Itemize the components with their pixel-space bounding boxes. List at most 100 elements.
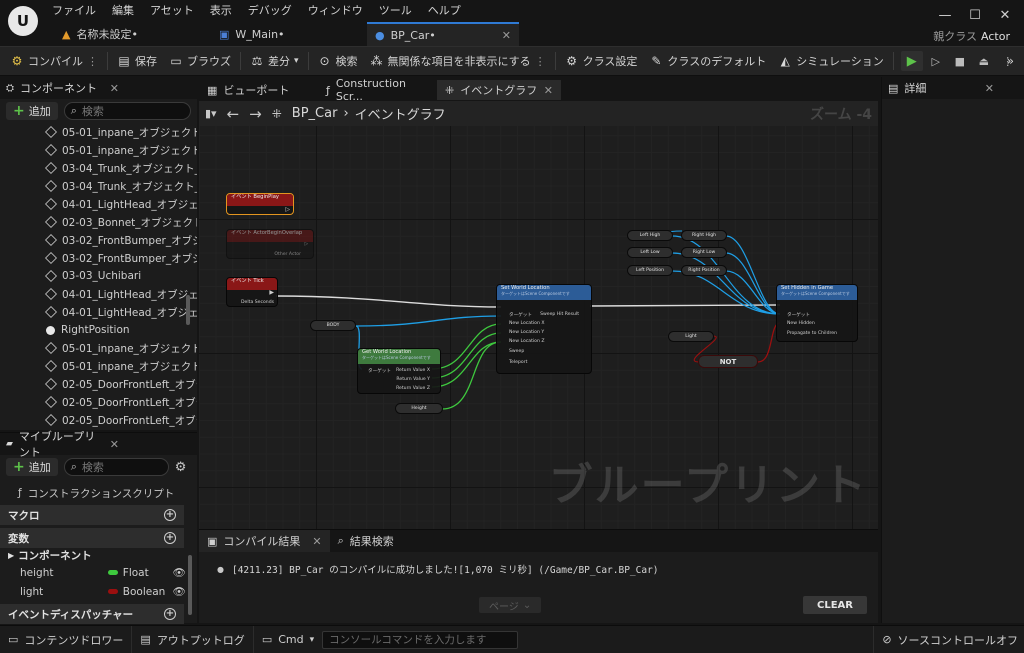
add-variable-icon[interactable]: + — [164, 532, 176, 544]
menu-tools[interactable]: ツール — [371, 0, 420, 22]
find-button[interactable]: ⊙ 検索 — [312, 46, 364, 76]
unreal-logo-icon[interactable]: U — [8, 6, 38, 36]
macros-section[interactable]: マクロ + — [0, 505, 184, 525]
add-dispatcher-icon[interactable]: + — [164, 608, 176, 620]
browse-button[interactable]: ▭ ブラウズ — [163, 46, 237, 76]
output-log-button[interactable]: ▤ アウトプットログ — [132, 625, 254, 653]
node-right-position[interactable]: Right Position — [681, 265, 727, 276]
forward-arrow-icon[interactable]: → — [249, 105, 262, 123]
save-button[interactable]: ▤ 保存 — [111, 46, 163, 76]
add-macro-icon[interactable]: + — [164, 509, 176, 521]
eye-icon[interactable]: 👁 — [173, 566, 186, 579]
variables-section[interactable]: 変数 + — [0, 528, 184, 548]
node-left-low[interactable]: Left Low — [627, 247, 673, 258]
console-command-input[interactable]: コンソールコマンドを入力します — [322, 630, 519, 649]
node-left-high[interactable]: Left High — [627, 230, 673, 241]
menu-asset[interactable]: アセット — [142, 0, 202, 22]
node-left-position[interactable]: Left Position — [627, 265, 673, 276]
component-tree-item[interactable]: 05-01_inpane_オブジェクト_ — [0, 357, 197, 375]
component-tree-item[interactable]: 05-01_inpane_オブジェクト_ — [0, 123, 197, 141]
add-component-button[interactable]: + 追加 — [6, 102, 58, 120]
node-not[interactable]: NOT — [698, 355, 758, 368]
construction-script-item[interactable]: ƒ コンストラクションスクリプト — [0, 483, 197, 503]
node-event-tick[interactable]: イベント Tick ▶ Delta Seconds — [226, 277, 278, 307]
exec-pin-icon[interactable]: ▶ — [269, 289, 274, 296]
event-dispatchers-section[interactable]: イベントディスパッチャー + — [0, 604, 184, 624]
doc-tab-w-main[interactable]: ▣ W_Main• — [211, 22, 361, 46]
component-tree-item[interactable]: 04-01_LightHead_オブジェク — [0, 195, 197, 213]
node-get-world-location[interactable]: Get World Location ターゲットはScene Component… — [357, 348, 441, 394]
component-tree-item[interactable]: 03-02_FrontBumper_オブジ: — [0, 249, 197, 267]
node-set-hidden-in-game[interactable]: Set Hidden in Game ターゲットはScene Component… — [776, 284, 858, 342]
tab-find-results[interactable]: ⌕ 結果検索 — [330, 530, 402, 552]
maximize-icon[interactable]: ☐ — [960, 2, 990, 28]
play-icon[interactable]: ▶ — [900, 51, 923, 71]
menu-debug[interactable]: デバッグ — [240, 0, 300, 22]
close-tab-icon[interactable]: ✕ — [312, 535, 321, 548]
source-control-button[interactable]: ⊘ ソースコントロールオフ — [873, 625, 1024, 653]
bookmark-icon[interactable]: ▮▾ — [205, 107, 217, 120]
node-right-low[interactable]: Right Low — [681, 247, 727, 258]
breadcrumb-root[interactable]: BP_Car — [292, 106, 338, 121]
tab-compile-results[interactable]: ▣ コンパイル結果 ✕ — [199, 530, 330, 552]
event-graph-canvas[interactable]: イベント BeginPlay ▷ イベント ActorBeginOverlap … — [199, 126, 878, 529]
component-tree-item[interactable]: 04-01_LightHead_オブジェク — [0, 285, 197, 303]
node-event-beginplay[interactable]: イベント BeginPlay ▷ — [226, 193, 294, 215]
expand-toolbar-icon[interactable]: » — [1007, 54, 1014, 68]
exec-pin-icon[interactable]: ▷ — [304, 242, 308, 247]
variable-height[interactable]: height Float 👁 — [0, 563, 186, 582]
close-tab-icon[interactable]: ✕ — [544, 84, 553, 97]
settings-gear-icon[interactable]: ⚙ — [175, 460, 187, 475]
component-tree-item[interactable]: 02-05_DoorFrontLeft_オブジ — [0, 375, 197, 393]
my-blueprint-scrollbar[interactable] — [188, 555, 192, 615]
exec-pin-icon[interactable]: ▷ — [285, 206, 290, 213]
eject-icon[interactable]: ⏏ — [973, 51, 995, 71]
close-window-icon[interactable]: ✕ — [990, 2, 1020, 28]
hide-unrelated-button[interactable]: ⁂ 無関係な項目を非表示にする ⋮ — [364, 46, 552, 76]
component-tree-item[interactable]: 04-01_LightHead_オブジェク — [0, 303, 197, 321]
class-settings-button[interactable]: ⚙ クラス設定 — [559, 46, 644, 76]
component-tree-item[interactable]: 02-03_Bonnet_オブジェクト_ — [0, 213, 197, 231]
menu-edit[interactable]: 編集 — [104, 0, 142, 22]
node-event-begin-overlap[interactable]: イベント ActorBeginOverlap ▷ Other Actor — [226, 229, 314, 259]
variable-light[interactable]: light Boolean 👁 — [0, 582, 186, 601]
more-options-icon[interactable]: ⋮ — [535, 55, 546, 68]
menu-file[interactable]: ファイル — [44, 0, 104, 22]
menu-help[interactable]: ヘルプ — [420, 0, 469, 22]
page-button[interactable]: ページ ⌄ — [479, 597, 542, 613]
doc-tab-untitled[interactable]: ▲ 名称未設定• — [54, 22, 178, 46]
content-drawer-button[interactable]: ▭ コンテンツドロワー — [0, 625, 133, 653]
tab-construction-script[interactable]: ƒ Construction Scr... — [318, 77, 434, 103]
component-tree-item[interactable]: 02-05_DoorFrontLeft_オブジ — [0, 393, 197, 411]
stop-icon[interactable]: ■ — [949, 51, 971, 71]
close-panel-icon[interactable]: ✕ — [110, 438, 119, 451]
node-get-height[interactable]: Height — [395, 403, 443, 414]
resume-icon[interactable]: ▷ — [925, 51, 947, 71]
node-get-body[interactable]: BODY — [310, 320, 356, 331]
node-set-world-location[interactable]: Set World Location ターゲットはScene Component… — [496, 284, 592, 374]
doc-tab-bp-car[interactable]: ● BP_Car• ✕ — [367, 22, 519, 46]
eye-icon[interactable]: 👁 — [173, 585, 186, 598]
node-get-light[interactable]: Light — [668, 331, 714, 342]
close-tab-icon[interactable]: ✕ — [502, 29, 511, 42]
tab-viewport[interactable]: ▦ ビューポート — [199, 80, 315, 100]
components-category[interactable]: ▶ コンポーネント — [0, 548, 197, 563]
diff-button[interactable]: ⚖ 差分 ▾ — [244, 46, 305, 76]
menu-view[interactable]: 表示 — [202, 0, 240, 22]
component-tree-item[interactable]: 03-02_FrontBumper_オブジ: — [0, 231, 197, 249]
tab-event-graph[interactable]: ⁜ イベントグラフ ✕ — [437, 80, 561, 100]
menu-window[interactable]: ウィンドウ — [300, 0, 371, 22]
class-defaults-button[interactable]: ✎ クラスのデフォルト — [643, 46, 772, 76]
component-tree-item[interactable]: 03-04_Trunk_オブジェクト_1 — [0, 177, 197, 195]
component-tree-item[interactable]: 05-01_inpane_オブジェクト_ — [0, 339, 197, 357]
add-member-button[interactable]: + 追加 — [6, 458, 58, 476]
close-panel-icon[interactable]: ✕ — [110, 82, 119, 95]
component-tree-item[interactable]: RightPosition — [0, 321, 197, 339]
cmd-dropdown[interactable]: ▭ Cmd ▾ — [254, 626, 322, 653]
node-right-high[interactable]: Right High — [681, 230, 727, 241]
components-search-input[interactable]: ⌕ 検索 — [63, 102, 191, 120]
component-tree-item[interactable]: 02-05_DoorFrontLeft_オブジ — [0, 411, 197, 429]
component-tree-item[interactable]: 05-01_inpane_オブジェクト_ — [0, 141, 197, 159]
close-panel-icon[interactable]: ✕ — [985, 82, 994, 95]
minimize-icon[interactable]: — — [930, 2, 960, 28]
